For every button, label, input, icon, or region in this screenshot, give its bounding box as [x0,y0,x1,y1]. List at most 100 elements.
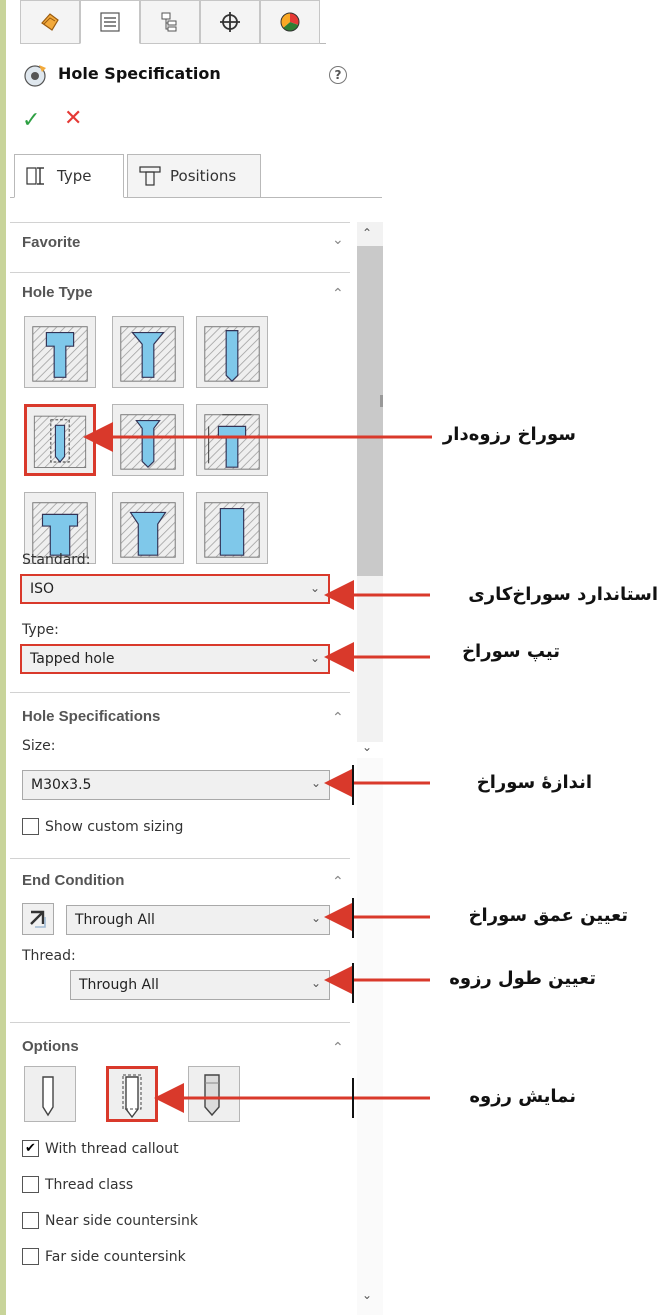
checkbox-box[interactable] [22,818,39,835]
size-select[interactable]: M30x3.5 ⌄ [22,770,330,800]
chevron-down-icon: ⌄ [309,651,320,665]
chevron-up-icon[interactable]: ⌃ [332,710,344,726]
chevron-down-icon: ⌄ [310,911,321,925]
chevron-up-icon[interactable]: ⌃ [332,1040,344,1056]
standard-value: ISO [30,581,55,597]
checkbox-box[interactable] [22,1248,39,1265]
hole-type-button[interactable] [112,316,184,388]
property-manager-icon [100,12,120,32]
hole-type-button[interactable] [112,492,184,564]
tab-positions-label: Positions [170,167,237,185]
hole-type-icon [204,326,260,382]
display-manager-icon [280,12,300,32]
manager-tabs [20,0,326,44]
thread-display-button[interactable] [188,1066,240,1122]
type-value: Tapped hole [30,651,115,667]
hole-type-button[interactable] [24,316,96,388]
annotation-thread-length: تعیین طول رزوه [449,968,596,989]
hole-type-icon [32,326,88,382]
standard-select[interactable]: ISO ⌄ [20,574,330,604]
option-checkbox[interactable]: Near side countersink [22,1212,198,1229]
option-checkbox[interactable]: Thread class [22,1176,133,1193]
marker-tick [352,898,354,938]
checkbox-box[interactable] [22,1176,39,1193]
tab-positions[interactable]: Positions [127,154,261,198]
end-condition-select[interactable]: Through All ⌄ [66,905,330,935]
tab-type[interactable]: Type [14,154,124,198]
section-favorite-title[interactable]: Favorite [22,234,80,251]
type-tab-icon [26,167,44,185]
help-icon[interactable]: ? [329,66,347,84]
thread-label: Thread: [22,948,76,964]
separator [10,692,350,693]
positions-tab-icon [139,166,161,186]
annotation-hole-type: تیپ سوراخ [462,641,560,662]
hole-type-button[interactable] [196,492,268,564]
ok-button[interactable]: ✓ [22,108,40,133]
tab-feature-manager[interactable] [20,0,80,44]
separator [10,222,350,223]
hole-type-icon [33,415,87,468]
reverse-direction-button[interactable] [22,903,54,935]
reverse-direction-icon [30,910,46,928]
chevron-up-icon[interactable]: ⌃ [332,286,344,302]
dimxpert-manager-icon [220,12,240,32]
marker-tick [352,1078,354,1118]
checkbox-box[interactable]: ✔ [22,1140,39,1157]
thread-display-icon [122,1074,142,1119]
end-condition-value: Through All [75,912,155,928]
chevron-down-icon: ⌄ [309,581,320,595]
separator [10,858,350,859]
splitter-grip[interactable] [380,395,383,407]
feature-manager-icon [41,13,59,31]
separator [10,1022,350,1023]
scroll-up-icon[interactable]: ⌃ [362,226,372,240]
hole-type-button[interactable] [196,316,268,388]
show-custom-sizing-checkbox[interactable]: Show custom sizing [22,818,183,835]
hole-type-button[interactable] [196,404,268,476]
thread-display-button[interactable] [106,1066,158,1122]
annotation-hole-standard: استاندارد سوراخ‌کاری [468,584,658,605]
option-checkbox[interactable]: Far side countersink [22,1248,186,1265]
tab-dimxpert-manager[interactable] [200,0,260,44]
checkbox-box[interactable] [22,1212,39,1229]
tab-configuration-manager[interactable] [140,0,200,44]
standard-label: Standard: [22,552,91,568]
panel-edge [0,0,6,1315]
scrollbar-thumb[interactable] [357,246,383,576]
marker-tick [352,963,354,1003]
section-end-condition-title[interactable]: End Condition [22,872,124,889]
annotation-hole-size: اندازهٔ سوراخ [476,772,592,793]
annotation-thread-display: نمایش رزوه [469,1086,576,1107]
checkbox-label: Show custom sizing [45,818,184,835]
hole-type-icon [204,502,260,558]
scroll-down-icon[interactable]: ⌄ [362,740,372,754]
thread-display-icon [42,1076,54,1117]
scrollbar-lower [357,758,383,1315]
thread-display-button[interactable] [24,1066,76,1122]
scroll-down-icon[interactable]: ⌄ [362,1288,372,1302]
thread-select[interactable]: Through All ⌄ [70,970,330,1000]
hole-type-button[interactable] [24,404,96,476]
annotation-hole-depth: تعیین عمق سوراخ [468,905,628,926]
type-select[interactable]: Tapped hole ⌄ [20,644,330,674]
annotation-tapped-hole: سوراخ رزوه‌دار [442,424,576,445]
section-hole-specifications-title[interactable]: Hole Specifications [22,708,160,725]
thread-display-icon [204,1074,220,1117]
checkbox-label: With thread callout [45,1140,179,1157]
type-label: Type: [22,622,59,638]
chevron-down-icon: ⌄ [310,976,321,990]
hole-type-icon [120,414,176,470]
hole-type-button[interactable] [112,404,184,476]
section-hole-type-title[interactable]: Hole Type [22,284,93,301]
option-checkbox[interactable]: ✔ With thread callout [22,1140,179,1157]
chevron-down-icon[interactable]: ⌄ [332,232,344,248]
hole-type-icon [120,326,176,382]
tab-property-manager[interactable] [80,0,140,44]
section-options-title[interactable]: Options [22,1038,79,1055]
cancel-button[interactable]: ✕ [64,106,82,131]
chevron-down-icon: ⌄ [310,776,321,790]
chevron-up-icon[interactable]: ⌃ [332,874,344,890]
tab-display-manager[interactable] [260,0,320,44]
checkbox-label: Near side countersink [45,1212,199,1229]
